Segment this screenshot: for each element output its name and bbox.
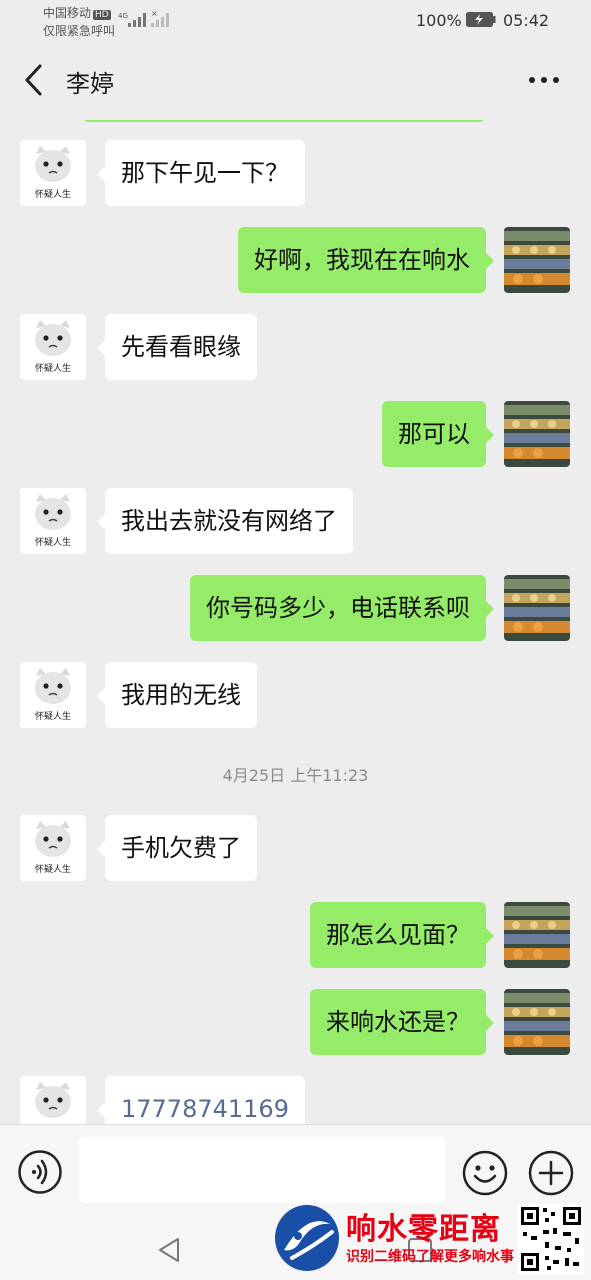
received-bubble[interactable]: 我出去就没有网络了 xyxy=(97,488,353,554)
received-bubble[interactable]: 先看看眼缘 xyxy=(97,314,257,380)
chat-title: 李婷 xyxy=(66,70,114,98)
contact-avatar[interactable]: 怀疑人生 xyxy=(20,314,86,380)
received-bubble[interactable]: 我用的无线 xyxy=(97,662,257,728)
message-list[interactable]: 怀疑人生 那下午见一下？ 好啊，我现在在响水 怀疑人生 先看看眼缘 那可以 怀疑… xyxy=(0,120,591,1124)
contact-avatar[interactable] xyxy=(20,1076,86,1124)
food-photo-icon xyxy=(504,575,570,641)
my-avatar[interactable] xyxy=(504,575,570,641)
watermark-subtitle: 识别二维码了解更多响水事 xyxy=(346,1249,514,1265)
message-row: 那可以 xyxy=(0,401,591,469)
avatar-caption: 怀疑人生 xyxy=(34,538,71,548)
carrier-name: 中国移动 HD xyxy=(43,4,111,21)
food-photo-icon xyxy=(504,227,570,293)
sent-bubble[interactable]: 那怎么见面？ xyxy=(310,902,494,968)
message-row: 那怎么见面？ xyxy=(0,902,591,970)
clock: 05:42 xyxy=(503,11,550,30)
message-row: 17778741169 xyxy=(0,1076,591,1124)
svg-text:×: × xyxy=(151,10,158,18)
message-row: 你号码多少，电话联系呗 xyxy=(0,575,591,643)
carrier-label: 中国移动 xyxy=(43,6,92,20)
watermark-logo-icon xyxy=(275,1205,339,1271)
status-bar: 中国移动 HD 仅限紧急呼叫 4G × 100% 05:42 xyxy=(0,0,591,40)
previous-message-edge xyxy=(84,120,484,122)
chevron-left-icon[interactable] xyxy=(20,62,46,98)
food-photo-icon xyxy=(504,401,570,467)
chat-header: 李婷 xyxy=(0,40,591,120)
received-bubble[interactable]: 那下午见一下？ xyxy=(97,140,305,206)
my-avatar[interactable] xyxy=(504,227,570,293)
my-avatar[interactable] xyxy=(504,902,570,968)
nav-back-icon[interactable] xyxy=(156,1236,182,1264)
network-type-label: 4G xyxy=(118,12,128,20)
more-dots-icon[interactable] xyxy=(526,70,562,90)
food-photo-icon xyxy=(504,989,570,1055)
contact-avatar[interactable]: 怀疑人生 xyxy=(20,140,86,206)
contact-avatar[interactable]: 怀疑人生 xyxy=(20,662,86,728)
avatar-caption: 怀疑人生 xyxy=(34,865,71,875)
contact-avatar[interactable]: 怀疑人生 xyxy=(20,488,86,554)
battery-icon xyxy=(466,12,496,27)
qr-code-icon xyxy=(518,1204,584,1274)
message-row: 怀疑人生 我用的无线 xyxy=(0,662,591,730)
message-row: 怀疑人生 那下午见一下？ xyxy=(0,140,591,208)
watermark-title: 响水零距离 xyxy=(346,1212,501,1247)
sent-bubble[interactable]: 来响水还是？ xyxy=(310,989,494,1055)
message-input[interactable] xyxy=(79,1137,445,1203)
cat-face-icon xyxy=(35,1082,71,1118)
hd-badge: HD xyxy=(93,10,111,20)
received-bubble[interactable]: 手机欠费了 xyxy=(97,815,257,881)
my-avatar[interactable] xyxy=(504,401,570,467)
avatar-caption: 怀疑人生 xyxy=(34,190,71,200)
avatar-caption: 怀疑人生 xyxy=(34,712,71,722)
plus-icon[interactable] xyxy=(527,1149,575,1197)
emergency-only-label: 仅限紧急呼叫 xyxy=(43,24,116,38)
sent-bubble[interactable]: 好啊，我现在在响水 xyxy=(238,227,494,293)
battery-percent: 100% xyxy=(416,11,462,30)
voice-icon[interactable] xyxy=(17,1149,63,1195)
emoji-icon[interactable] xyxy=(461,1149,509,1197)
message-timestamp: 4月25日 上午11:23 xyxy=(222,766,369,785)
contact-avatar[interactable]: 怀疑人生 xyxy=(20,815,86,881)
message-row: 怀疑人生 手机欠费了 xyxy=(0,815,591,883)
sent-bubble[interactable]: 你号码多少，电话联系呗 xyxy=(190,575,494,641)
watermark: 响水零距离 识别二维码了解更多响水事 xyxy=(270,1198,591,1280)
message-row: 来响水还是？ xyxy=(0,989,591,1057)
message-row: 怀疑人生 我出去就没有网络了 xyxy=(0,488,591,556)
food-photo-icon xyxy=(504,902,570,968)
message-row: 怀疑人生 先看看眼缘 xyxy=(0,314,591,382)
avatar-caption: 怀疑人生 xyxy=(34,364,71,374)
signal-icon: 4G × xyxy=(118,10,169,27)
message-row: 好啊，我现在在响水 xyxy=(0,227,591,295)
my-avatar[interactable] xyxy=(504,989,570,1055)
phone-number-link[interactable]: 17778741169 xyxy=(97,1076,305,1124)
sent-bubble[interactable]: 那可以 xyxy=(382,401,494,467)
